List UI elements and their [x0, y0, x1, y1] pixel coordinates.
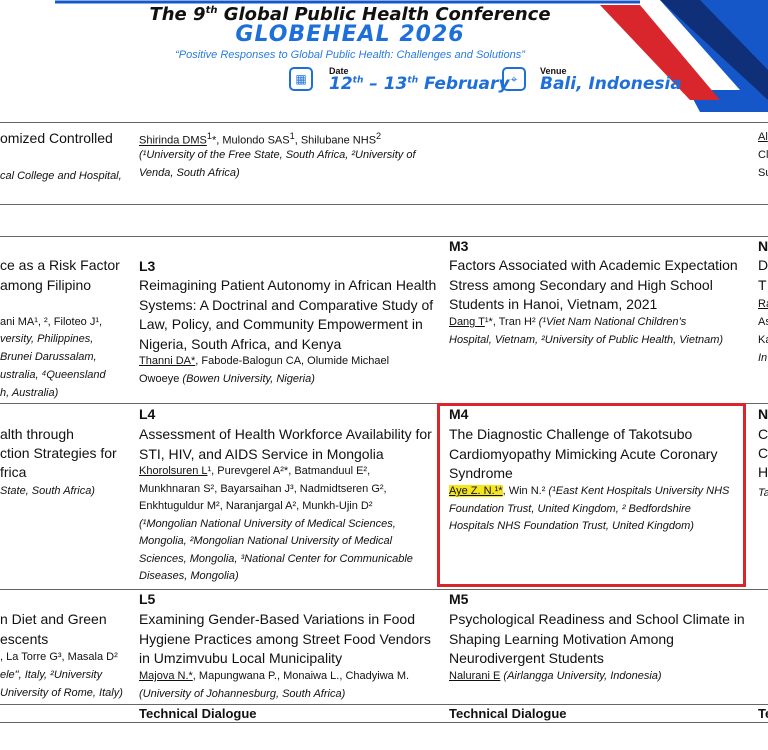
session-authors-left: University of Rome, Italy)	[0, 687, 123, 699]
session-title-left: omized Controlled	[0, 130, 113, 146]
session-right-clip: C	[758, 426, 768, 442]
session-title-l4: Assessment of Health Workforce Availabil…	[139, 426, 432, 462]
session-authors-left: Brunei Darussalam,	[0, 351, 97, 363]
session-authors-m5: Nalurani E (Airlangga University, Indone…	[449, 670, 662, 682]
session-right-clip: In	[758, 352, 768, 364]
session-title-left: alth through	[0, 426, 74, 442]
session-right-clip: D	[758, 257, 768, 273]
session-right-clip: Al	[758, 131, 768, 143]
session-code-l5: L5	[139, 591, 156, 607]
session-right-clip: Cl	[758, 149, 768, 161]
session-authors-left: ani MA¹, ², Filoteo J¹,	[0, 316, 103, 328]
session-right-clip: N	[758, 238, 768, 254]
selection-highlight-box	[437, 403, 746, 587]
session-code-m5: M5	[449, 591, 469, 607]
session-right-clip: C	[758, 445, 768, 461]
conference-tagline: “Positive Responses to Global Public Hea…	[175, 49, 525, 61]
session-affiliation-l2: Venda, South Africa)	[139, 167, 240, 179]
session-right-clip: Ra	[758, 298, 768, 310]
location-pin-icon: ⌖	[502, 67, 526, 91]
session-authors-left: cal College and Hospital,	[0, 170, 122, 182]
session-right-clip: T	[758, 277, 767, 293]
session-authors-l5: Majova N.*, Mapungwana P., Monaiwa L., C…	[139, 670, 410, 700]
session-authors-left: , La Torre G³, Masala D²	[0, 651, 118, 663]
date-value: 12th – 13th February	[329, 74, 510, 94]
session-title-l5: Examining Gender-Based Variations in Foo…	[139, 611, 431, 666]
session-title-left: ction Strategies for	[0, 445, 117, 461]
session-title-m3: Factors Associated with Academic Expecta…	[449, 257, 738, 312]
session-right-clip: H	[758, 464, 768, 480]
session-authors-left: h, Australia)	[0, 387, 59, 399]
session-title-left: frica	[0, 464, 27, 480]
session-title-left: n Diet and Green	[0, 611, 107, 627]
session-right-clip: Ka	[758, 334, 768, 346]
row-divider	[0, 589, 768, 590]
table-top-border	[0, 122, 768, 123]
session-authors-left: ustralia, ⁴Queensland	[0, 369, 106, 381]
session-authors-l3: Thanni DA*, Fabode-Balogun CA, Olumide M…	[139, 355, 390, 367]
session-authors-left: versity, Philippines,	[0, 333, 94, 345]
session-authors-l4: Khorolsuren L¹, Purevgerel A²*, Batmandu…	[139, 465, 413, 582]
technical-dialogue-label: Technical Dialogue	[139, 706, 257, 721]
calendar-icon: ▦	[289, 67, 313, 91]
session-authors-left: ele", Italy, ²University	[0, 669, 103, 681]
row-divider	[0, 204, 768, 205]
session-affiliation-l2: (¹University of the Free State, South Af…	[139, 149, 416, 161]
conference-name: GLOBEHEAL 2026	[235, 22, 465, 47]
technical-dialogue-label: Technical Dialogue	[449, 706, 567, 721]
session-affiliation-m3: Hospital, Vietnam, ²University of Public…	[449, 334, 724, 346]
session-title-left: among Filipino	[0, 277, 92, 293]
table-bottom-border	[0, 722, 768, 723]
session-title-left: ce as a Risk Factor	[0, 257, 120, 273]
session-right-clip: N	[758, 406, 768, 422]
session-title-m5: Psychological Readiness and School Clima…	[449, 611, 745, 666]
session-authors-left: State, South Africa)	[0, 485, 95, 497]
session-title-left: escents	[0, 631, 49, 647]
technical-dialogue-label: Te	[758, 706, 768, 721]
venue-value: Bali, Indonesia	[540, 74, 682, 94]
row-divider	[0, 236, 768, 237]
session-right-clip: Su	[758, 167, 768, 179]
session-authors-l3: Owoeye (Bowen University, Nigeria)	[139, 373, 315, 385]
session-code-l4: L4	[139, 406, 156, 422]
session-code-m3: M3	[449, 238, 469, 254]
session-authors-m3: Dang T¹*, Tran H² (¹Viet Nam National Ch…	[449, 316, 687, 328]
row-divider	[0, 704, 768, 705]
session-right-clip: As	[758, 316, 768, 328]
session-right-clip: Ta	[758, 487, 768, 499]
session-code-l3: L3	[139, 258, 156, 274]
session-title-l3: Reimagining Patient Autonomy in African …	[139, 277, 437, 352]
